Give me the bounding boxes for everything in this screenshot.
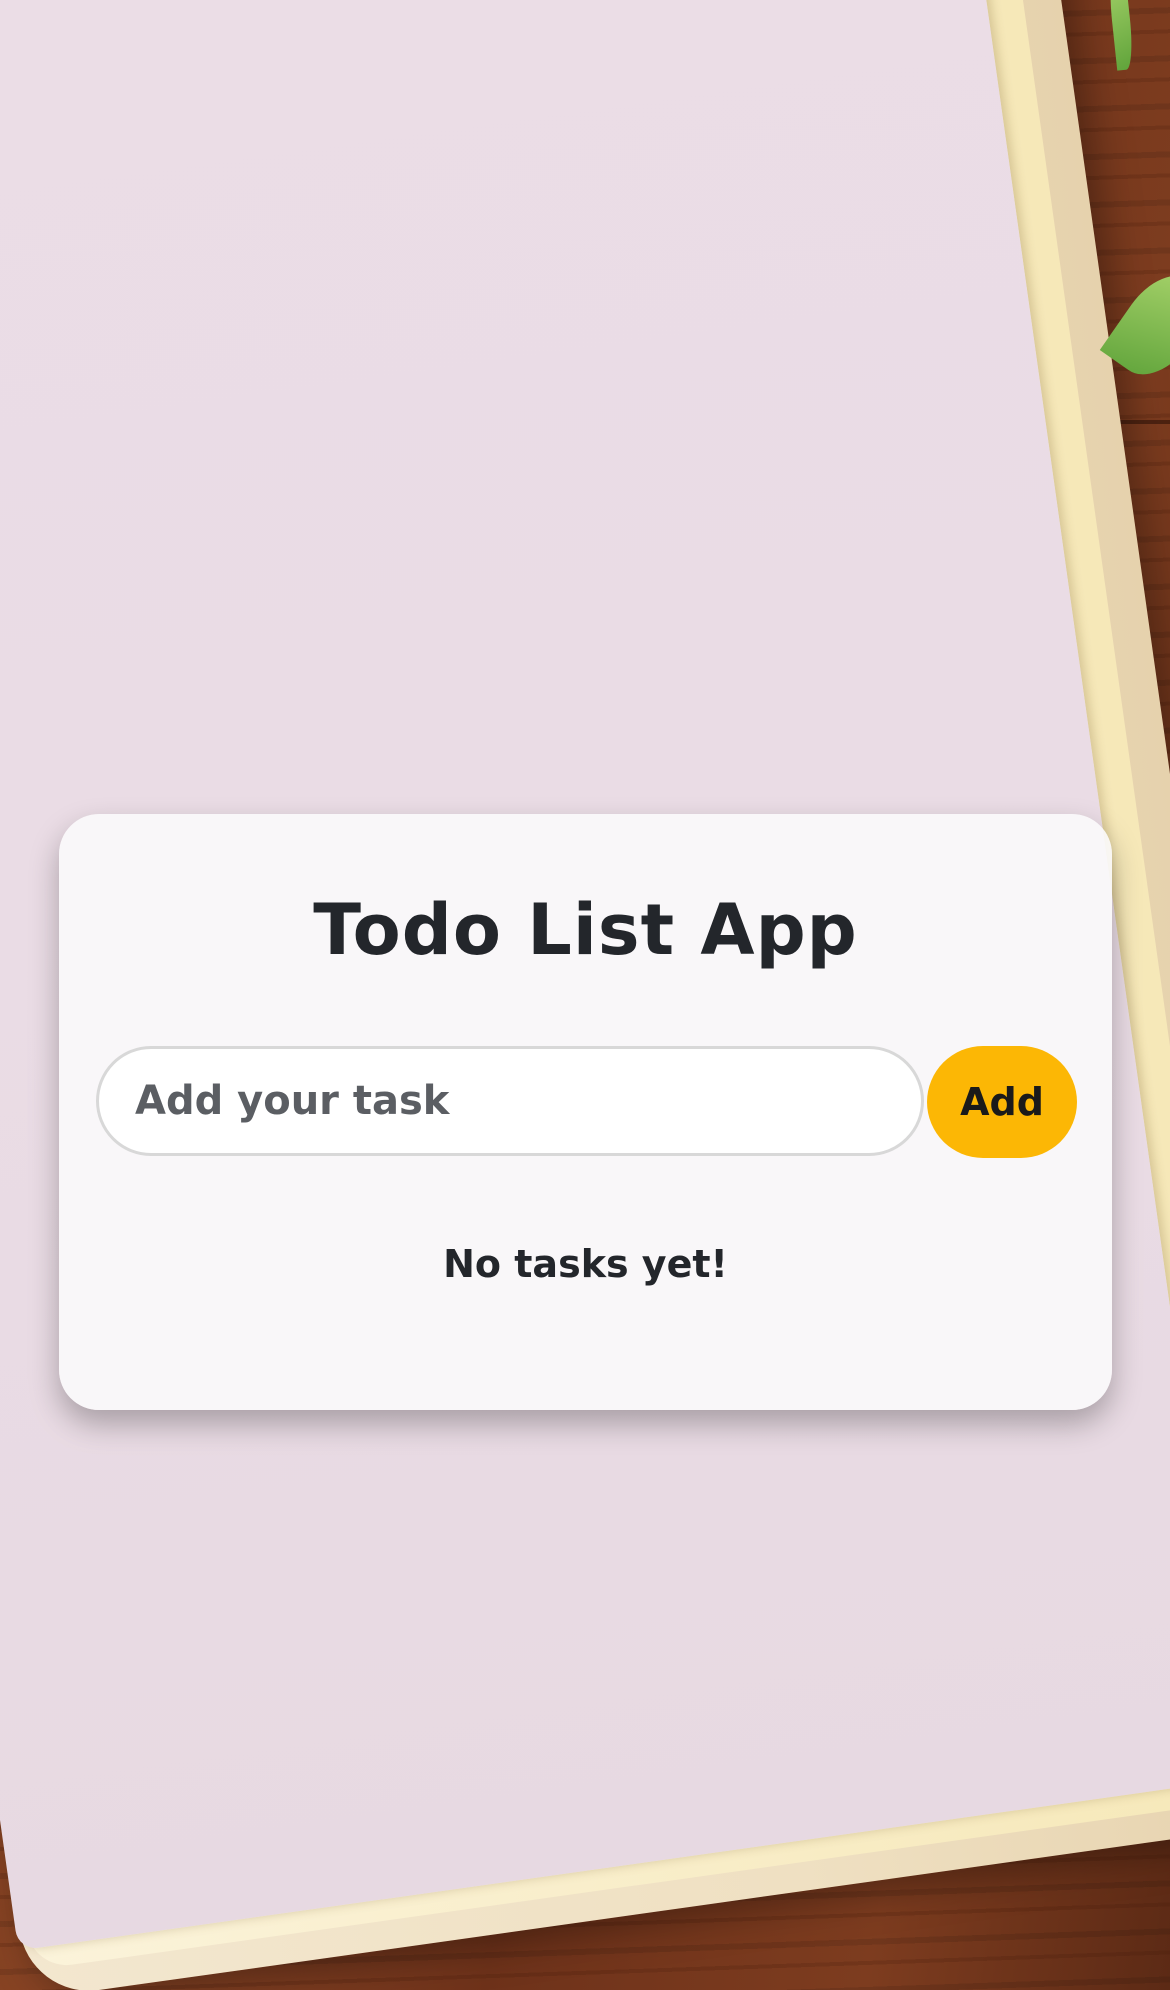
empty-task-list-message: No tasks yet!: [443, 1242, 728, 1286]
app-title: Todo List App: [313, 889, 858, 971]
todo-card: Todo List App Add No tasks yet!: [59, 814, 1112, 1410]
add-task-button[interactable]: Add: [927, 1046, 1077, 1158]
task-input[interactable]: [96, 1046, 924, 1156]
plant-leaf: [1106, 0, 1136, 71]
